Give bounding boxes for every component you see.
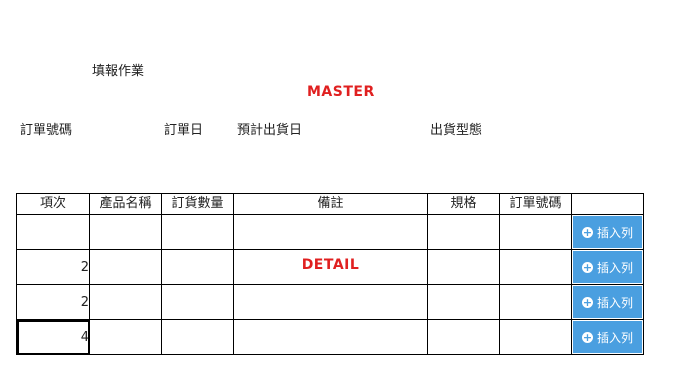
cell-specification[interactable] xyxy=(427,319,500,355)
cell-item-no[interactable]: 2 xyxy=(16,249,90,285)
cell-product-name[interactable] xyxy=(89,249,162,285)
cell-order-number[interactable] xyxy=(499,284,572,320)
cell-product-name[interactable] xyxy=(89,214,162,250)
table-row: 2 + 插入列 xyxy=(16,284,644,320)
cell-item-no[interactable] xyxy=(16,214,90,250)
cell-order-quantity[interactable] xyxy=(161,214,234,250)
plus-icon: + xyxy=(581,295,593,309)
cell-order-quantity[interactable] xyxy=(161,284,234,320)
plus-icon: + xyxy=(581,260,593,274)
cell-product-name[interactable] xyxy=(89,319,162,355)
header-order-number: 訂單號碼 xyxy=(499,193,572,215)
detail-header-row: 項次 產品名稱 訂貨數量 備註 規格 訂單號碼 xyxy=(16,193,644,215)
field-label-order-number: 訂單號碼 xyxy=(20,123,73,138)
cell-action: + 插入列 xyxy=(571,319,644,355)
insert-row-label: 插入列 xyxy=(596,330,633,345)
cell-remarks[interactable] xyxy=(233,284,428,320)
cell-remarks[interactable] xyxy=(233,214,428,250)
insert-row-label: 插入列 xyxy=(596,225,633,240)
cell-action: + 插入列 xyxy=(571,214,644,250)
table-row: + 插入列 xyxy=(16,214,644,250)
header-remarks: 備註 xyxy=(233,193,428,215)
cell-specification[interactable] xyxy=(427,214,500,250)
insert-row-button[interactable]: + 插入列 xyxy=(573,321,642,353)
header-order-quantity: 訂貨數量 xyxy=(161,193,234,215)
field-label-expected-ship-date: 預計出貨日 xyxy=(237,123,303,138)
header-specification: 規格 xyxy=(427,193,500,215)
field-label-order-date: 訂單日 xyxy=(164,123,204,138)
insert-row-button[interactable]: + 插入列 xyxy=(573,251,642,283)
cell-specification[interactable] xyxy=(427,284,500,320)
header-action xyxy=(571,193,644,215)
cell-order-number[interactable] xyxy=(499,319,572,355)
cell-action: + 插入列 xyxy=(571,249,644,285)
form-title: 填報作業 xyxy=(92,64,145,79)
header-item-no: 項次 xyxy=(16,193,90,215)
table-row: 4 + 插入列 xyxy=(16,319,644,355)
header-product-name: 產品名稱 xyxy=(89,193,162,215)
cell-remarks[interactable] xyxy=(233,319,428,355)
insert-row-button[interactable]: + 插入列 xyxy=(573,216,642,248)
insert-row-button[interactable]: + 插入列 xyxy=(573,286,642,318)
cell-order-quantity[interactable] xyxy=(161,319,234,355)
cell-order-number[interactable] xyxy=(499,249,572,285)
detail-section-label: DETAIL xyxy=(301,257,360,273)
cell-action: + 插入列 xyxy=(571,284,644,320)
insert-row-label: 插入列 xyxy=(596,295,633,310)
cell-product-name[interactable] xyxy=(89,284,162,320)
master-section-label: MASTER xyxy=(307,84,375,100)
table-row: 2 DETAIL + 插入列 xyxy=(16,249,644,285)
plus-icon: + xyxy=(581,225,593,239)
insert-row-label: 插入列 xyxy=(596,260,633,275)
plus-icon: + xyxy=(581,330,593,344)
cell-item-no-selected[interactable]: 4 xyxy=(16,319,90,355)
detail-table: 項次 產品名稱 訂貨數量 備註 規格 訂單號碼 + 插入列 2 DETAIL +… xyxy=(16,193,644,355)
field-label-shipment-type: 出貨型態 xyxy=(430,123,483,138)
cell-specification[interactable] xyxy=(427,249,500,285)
cell-item-no[interactable]: 2 xyxy=(16,284,90,320)
cell-order-number[interactable] xyxy=(499,214,572,250)
cell-order-quantity[interactable] xyxy=(161,249,234,285)
cell-remarks[interactable]: DETAIL xyxy=(233,249,428,285)
